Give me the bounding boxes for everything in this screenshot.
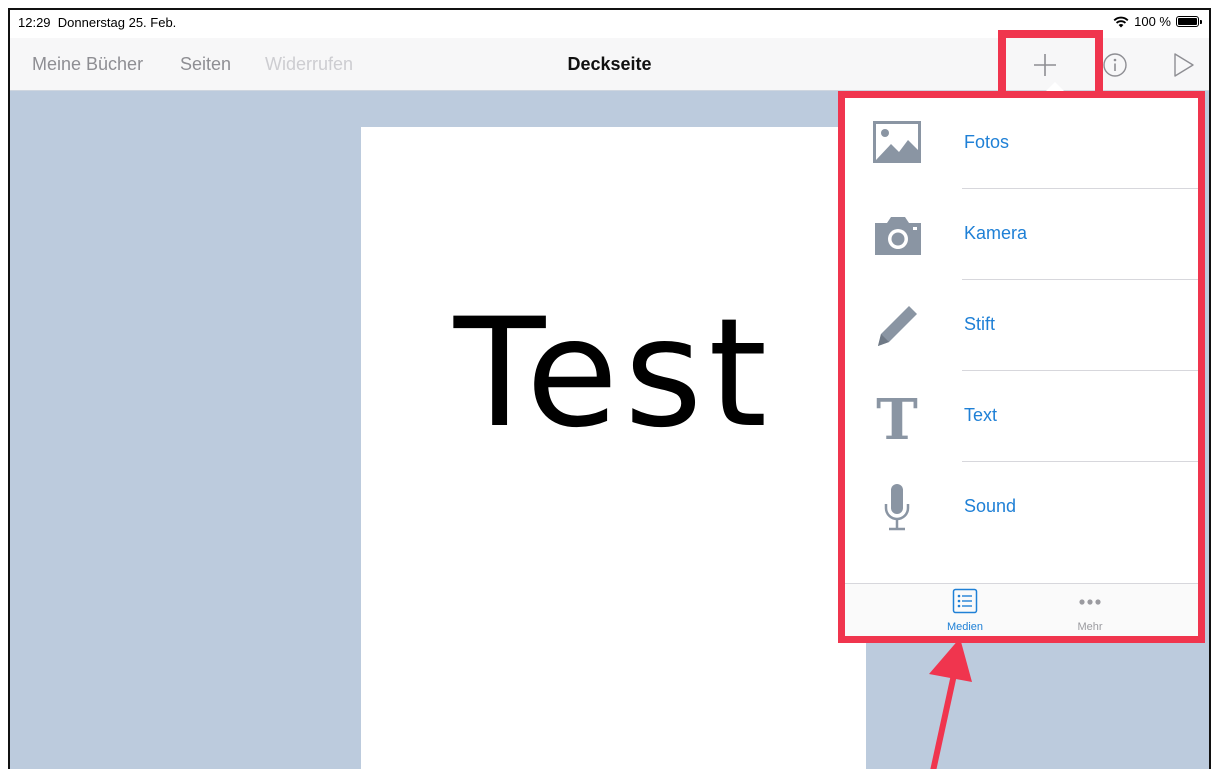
red-arrow-annotation	[929, 638, 972, 769]
app-window: 12:29 Donnerstag 25. Feb. 100 % Meine Bü…	[8, 8, 1211, 769]
